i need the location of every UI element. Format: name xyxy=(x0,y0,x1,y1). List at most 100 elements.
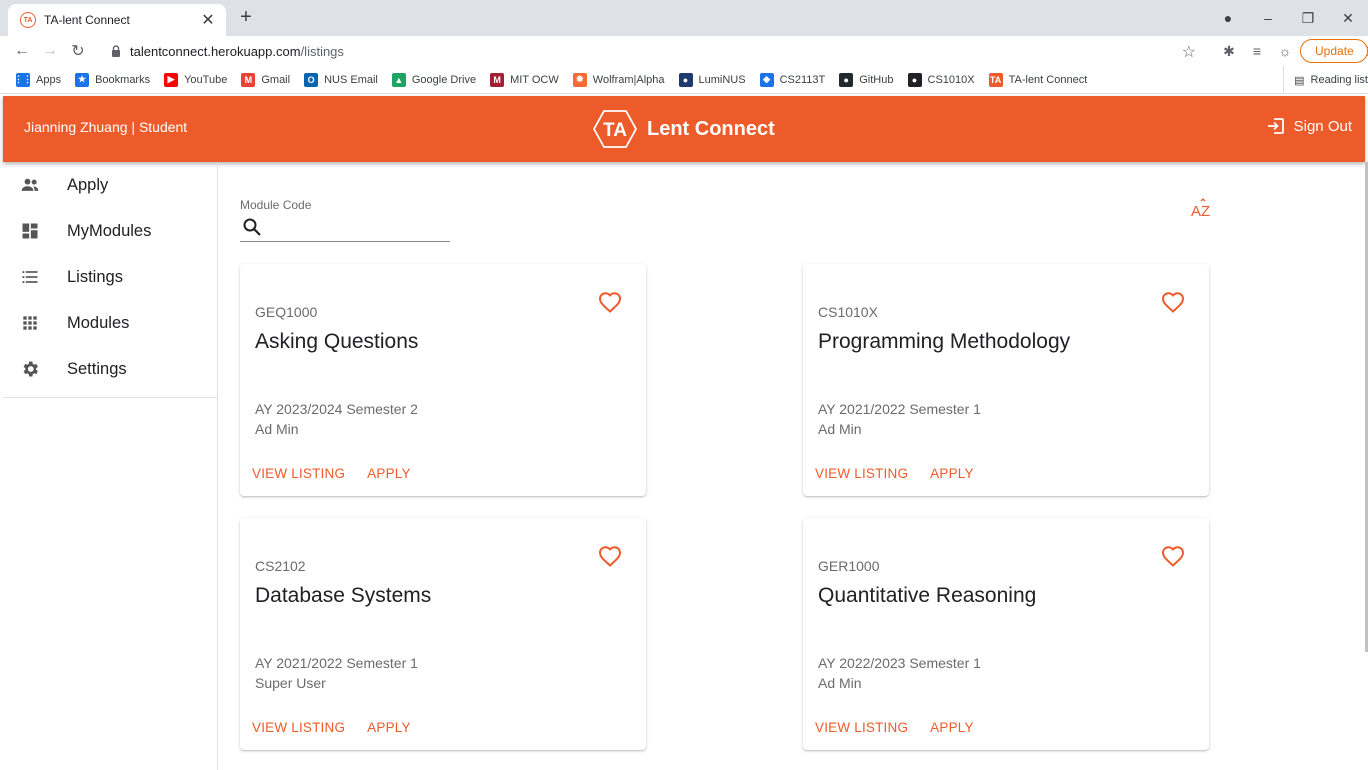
sidebar-item-label: Listings xyxy=(67,267,123,286)
bookmark-label: Apps xyxy=(36,73,62,86)
sidebar-item-modules[interactable]: Modules xyxy=(3,300,217,346)
brand-logo[interactable]: TA Lent Connect xyxy=(593,110,775,148)
module-term: AY 2021/2022 Semester 1 xyxy=(818,401,981,417)
youtube-icon: ▶ xyxy=(164,72,179,87)
bookmark-label: MIT OCW xyxy=(510,73,559,86)
gear-icon xyxy=(23,361,38,377)
bookmark-label: Wolfram|Alpha xyxy=(592,73,665,86)
forward-icon[interactable]: → xyxy=(36,37,64,65)
apply-button[interactable]: APPLY xyxy=(367,466,411,481)
apply-button[interactable]: APPLY xyxy=(367,720,411,735)
search-icon xyxy=(243,218,261,236)
extension-icons: ✱ ≡ ☼ xyxy=(1218,36,1296,66)
listing-card: GEQ1000 Asking Questions AY 2023/2024 Se… xyxy=(240,264,646,496)
sidebar-item-settings[interactable]: Settings xyxy=(3,346,217,392)
bookmark-github[interactable]: ● GitHub xyxy=(839,72,894,87)
view-listing-button[interactable]: VIEW LISTING xyxy=(252,466,345,481)
apps-grid-icon: ⋮⋮ xyxy=(14,72,32,87)
bookmark-label: CS1010X xyxy=(927,73,975,86)
module-code: CS2102 xyxy=(255,558,306,574)
sidebar-item-label: Settings xyxy=(67,359,127,378)
update-button[interactable]: Update ⋮ xyxy=(1300,39,1368,63)
app-header: Jianning Zhuang | Student TA Lent Connec… xyxy=(3,96,1365,162)
url-text: talentconnect.herokuapp.com/listings xyxy=(130,44,344,59)
bookmark-star-icon[interactable]: ☆ xyxy=(1182,42,1196,62)
bookmark-google-drive[interactable]: ▲ Google Drive xyxy=(391,72,476,87)
sidebar-item-apply[interactable]: Apply xyxy=(3,162,217,208)
bookmark-cs1010x[interactable]: ● CS1010X xyxy=(907,72,975,87)
bookmark-apps[interactable]: ⋮⋮ Apps xyxy=(14,72,62,87)
media-queue-icon[interactable]: ≡ xyxy=(1246,43,1268,59)
extension-icon[interactable]: ☼ xyxy=(1274,43,1296,59)
reload-icon[interactable]: ↻ xyxy=(64,37,92,65)
apps-icon xyxy=(23,316,37,330)
module-admin: Ad Min xyxy=(818,675,862,691)
favorite-heart-icon[interactable] xyxy=(1161,291,1185,315)
view-listing-button[interactable]: VIEW LISTING xyxy=(252,720,345,735)
listing-card: CS2102 Database Systems AY 2021/2022 Sem… xyxy=(240,518,646,750)
sort-az-icon[interactable]: AZ xyxy=(1190,198,1214,220)
apply-button[interactable]: APPLY xyxy=(930,720,974,735)
new-tab-button[interactable]: + xyxy=(236,7,256,27)
close-window-icon[interactable]: ✕ xyxy=(1328,10,1368,27)
update-label: Update xyxy=(1315,44,1354,58)
sidebar-item-label: Apply xyxy=(67,175,109,194)
bookmark-label: LumiNUS xyxy=(698,73,746,86)
favorite-heart-icon[interactable] xyxy=(598,545,622,569)
browser-tab[interactable]: TA TA-lent Connect ✕ xyxy=(8,4,226,36)
sidebar-item-listings[interactable]: Listings xyxy=(3,254,217,300)
favorite-heart-icon[interactable] xyxy=(1161,545,1185,569)
reading-list-button[interactable]: ▤ Reading list xyxy=(1283,66,1368,94)
sign-out-label: Sign Out xyxy=(1293,117,1352,135)
view-listing-button[interactable]: VIEW LISTING xyxy=(815,720,908,735)
close-tab-icon[interactable]: ✕ xyxy=(200,10,216,30)
apply-button[interactable]: APPLY xyxy=(930,466,974,481)
people-icon xyxy=(21,178,39,191)
view-listing-button[interactable]: VIEW LISTING xyxy=(815,466,908,481)
bookmark-mit-ocw[interactable]: M MIT OCW xyxy=(490,72,559,87)
favorite-heart-icon[interactable] xyxy=(598,291,622,315)
menu-dots-icon: ⋮ xyxy=(1361,44,1368,58)
module-admin: Ad Min xyxy=(818,421,862,437)
module-admin: Ad Min xyxy=(255,421,299,437)
back-icon[interactable]: ← xyxy=(8,37,36,65)
card-actions: VIEW LISTING APPLY xyxy=(815,466,996,481)
bookmark-bookmarks[interactable]: ★ Bookmarks xyxy=(75,72,150,87)
list-icon xyxy=(22,271,38,283)
url-host: talentconnect.herokuapp.com xyxy=(130,43,301,59)
card-actions: VIEW LISTING APPLY xyxy=(252,720,433,735)
bookmark-label: TA-lent Connect xyxy=(1008,73,1088,86)
bookmark-label: GitHub xyxy=(859,73,894,86)
mit-icon: M xyxy=(490,72,505,87)
extensions-puzzle-icon[interactable]: ✱ xyxy=(1218,43,1240,60)
browser-toolbar: ← → ↻ talentconnect.herokuapp.com/listin… xyxy=(0,36,1368,66)
sidebar-item-mymodules[interactable]: MyModules xyxy=(3,208,217,254)
module-term: AY 2022/2023 Semester 1 xyxy=(818,655,981,671)
sidebar-nav: Apply MyModules Listings Modules Setting… xyxy=(3,162,217,398)
profile-icon[interactable]: ● xyxy=(1208,10,1248,26)
search-label: Module Code xyxy=(240,198,312,212)
module-code-search-input[interactable] xyxy=(240,214,450,242)
talent-connect-icon: TA xyxy=(988,72,1003,87)
bookmarks-bar: ⋮⋮ Apps ★ Bookmarks ▶ YouTube M Gmail O NUS Email… xyxy=(0,66,1368,94)
outlook-icon: O xyxy=(304,72,319,87)
bookmark-label: NUS Email xyxy=(324,73,378,86)
browser-tab-strip: TA TA-lent Connect ✕ + ● – ❐ ✕ xyxy=(0,0,1368,36)
bookmark-nus-email[interactable]: O NUS Email xyxy=(304,72,378,87)
tab-title: TA-lent Connect xyxy=(44,13,130,27)
sidebar: Apply MyModules Listings Modules Setting… xyxy=(3,162,218,770)
restore-icon[interactable]: ❐ xyxy=(1288,10,1328,27)
lock-icon xyxy=(112,45,120,57)
bookmark-ta-lent-connect[interactable]: TA TA-lent Connect xyxy=(988,72,1088,87)
sort-text: AZ xyxy=(1191,203,1210,220)
bookmark-gmail[interactable]: M Gmail xyxy=(241,72,290,87)
bookmark-wolfram-alpha[interactable]: ✹ Wolfram|Alpha xyxy=(572,72,665,87)
minimize-icon[interactable]: – xyxy=(1248,10,1288,26)
bookmark-cs2113t[interactable]: ◆ CS2113T xyxy=(759,72,825,87)
sign-out-button[interactable]: Sign Out xyxy=(1266,116,1352,136)
listing-card: CS1010X Programming Methodology AY 2021/… xyxy=(803,264,1209,496)
listing-card: GER1000 Quantitative Reasoning AY 2022/2… xyxy=(803,518,1209,750)
address-bar[interactable]: talentconnect.herokuapp.com/listings ☆ xyxy=(100,38,1208,64)
bookmark-luminus[interactable]: ● LumiNUS xyxy=(678,72,746,87)
bookmark-youtube[interactable]: ▶ YouTube xyxy=(164,72,227,87)
